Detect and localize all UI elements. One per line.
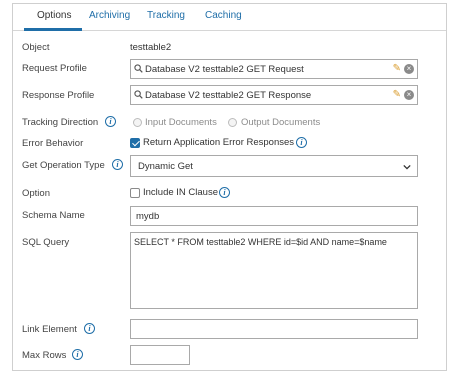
max-rows-input[interactable] xyxy=(130,345,190,365)
link-element-input[interactable] xyxy=(130,319,418,339)
include-in-clause-checkbox[interactable] xyxy=(130,188,140,198)
sql-query-value: SELECT * FROM testtable2 WHERE id=$id AN… xyxy=(134,237,387,247)
response-profile-field[interactable]: Database V2 testtable2 GET Response ✎ × xyxy=(130,85,418,105)
operation-options-panel: Options Archiving Tracking Caching Objec… xyxy=(12,3,447,371)
return-error-responses-checkbox[interactable] xyxy=(130,138,140,148)
tab-options[interactable]: Options xyxy=(37,10,71,21)
object-value: testtable2 xyxy=(130,42,172,53)
pencil-icon[interactable]: ✎ xyxy=(393,63,401,74)
tab-bar: Options Archiving Tracking Caching xyxy=(13,4,446,31)
get-operation-type-value: Dynamic Get xyxy=(138,161,193,172)
get-operation-type-label: Get Operation Type xyxy=(22,160,105,171)
pencil-icon[interactable]: ✎ xyxy=(393,89,401,100)
error-behavior-label: Error Behavior xyxy=(22,138,84,149)
sql-query-textarea[interactable]: SELECT * FROM testtable2 WHERE id=$id AN… xyxy=(130,232,418,309)
schema-name-label: Schema Name xyxy=(22,210,85,221)
link-element-label: Link Element xyxy=(22,324,77,335)
info-icon[interactable]: i xyxy=(112,159,123,170)
schema-name-value: mydb xyxy=(136,211,160,222)
response-profile-label: Response Profile xyxy=(22,90,95,101)
object-label: Object xyxy=(22,42,50,53)
request-profile-field[interactable]: Database V2 testtable2 GET Request ✎ × xyxy=(130,59,418,79)
radio-output-documents[interactable] xyxy=(228,118,237,127)
option-label: Option xyxy=(22,188,50,199)
include-in-clause-label: Include IN Clause xyxy=(143,187,218,198)
return-error-responses-label: Return Application Error Responses xyxy=(143,137,295,148)
clear-icon[interactable]: × xyxy=(404,90,414,100)
get-operation-type-select[interactable]: Dynamic Get xyxy=(130,155,418,177)
tab-archiving[interactable]: Archiving xyxy=(89,10,130,21)
max-rows-label: Max Rows xyxy=(22,350,67,361)
search-icon xyxy=(134,64,143,73)
info-icon[interactable]: i xyxy=(296,137,307,148)
search-icon xyxy=(134,90,143,99)
info-icon[interactable]: i xyxy=(105,116,116,127)
response-profile-value: Database V2 testtable2 GET Response xyxy=(145,90,312,101)
tracking-direction-label: Tracking Direction xyxy=(22,117,99,128)
request-profile-value: Database V2 testtable2 GET Request xyxy=(145,64,304,75)
sql-query-label: SQL Query xyxy=(22,237,70,248)
tab-tracking[interactable]: Tracking xyxy=(147,10,185,21)
radio-output-documents-label: Output Documents xyxy=(241,117,321,128)
active-tab-indicator xyxy=(24,28,82,31)
info-icon[interactable]: i xyxy=(72,349,83,360)
info-icon[interactable]: i xyxy=(84,323,95,334)
info-icon[interactable]: i xyxy=(219,187,230,198)
tab-caching[interactable]: Caching xyxy=(205,10,242,21)
radio-input-documents[interactable] xyxy=(133,118,142,127)
schema-name-input[interactable]: mydb xyxy=(130,206,418,226)
request-profile-label: Request Profile xyxy=(22,63,87,74)
clear-icon[interactable]: × xyxy=(404,64,414,74)
chevron-down-icon xyxy=(403,164,411,170)
radio-input-documents-label: Input Documents xyxy=(145,117,217,128)
